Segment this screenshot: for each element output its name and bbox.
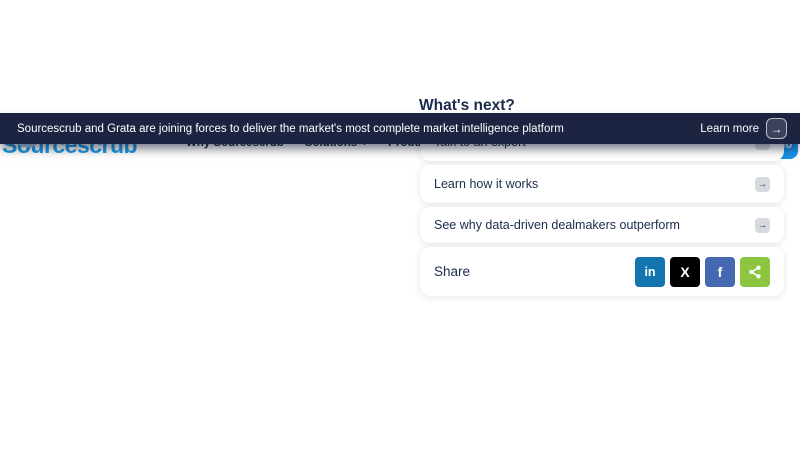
share-buttons: in X f [635,257,770,287]
arrow-right-icon[interactable]: → [766,118,787,139]
site-header: Sourcescrub ← Back Why Sourcescrub Solut… [0,58,800,113]
link-row-learn-how-it-works[interactable]: Learn how it works → [420,165,784,203]
arrow-right-icon[interactable]: → [755,177,770,192]
share-nodes-icon [747,264,763,280]
link-label: Learn how it works [434,177,538,191]
arrow-right-icon[interactable]: → [755,218,770,233]
share-label: Share [434,264,470,279]
announcement-banner: Sourcescrub and Grata are joining forces… [0,113,800,144]
link-label: See why data-driven dealmakers outperfor… [434,218,680,232]
page: Sourcescrub ← Back Why Sourcescrub Solut… [0,0,800,450]
learn-more-label: Learn more [700,123,759,135]
facebook-icon: f [718,264,723,280]
share-row: Share in X f [420,247,784,296]
learn-more-link[interactable]: Learn more → [700,118,787,139]
announcement-message: Sourcescrub and Grata are joining forces… [17,123,564,135]
whats-next-card: Talk to an expert → Learn how it works →… [420,123,784,296]
link-row-see-why-dealmakers-outperform[interactable]: See why data-driven dealmakers outperfor… [420,207,784,243]
x-twitter-share-button[interactable]: X [670,257,700,287]
linkedin-icon: in [644,265,655,279]
generic-share-button[interactable] [740,257,770,287]
x-twitter-icon: X [680,264,689,280]
linkedin-share-button[interactable]: in [635,257,665,287]
facebook-share-button[interactable]: f [705,257,735,287]
